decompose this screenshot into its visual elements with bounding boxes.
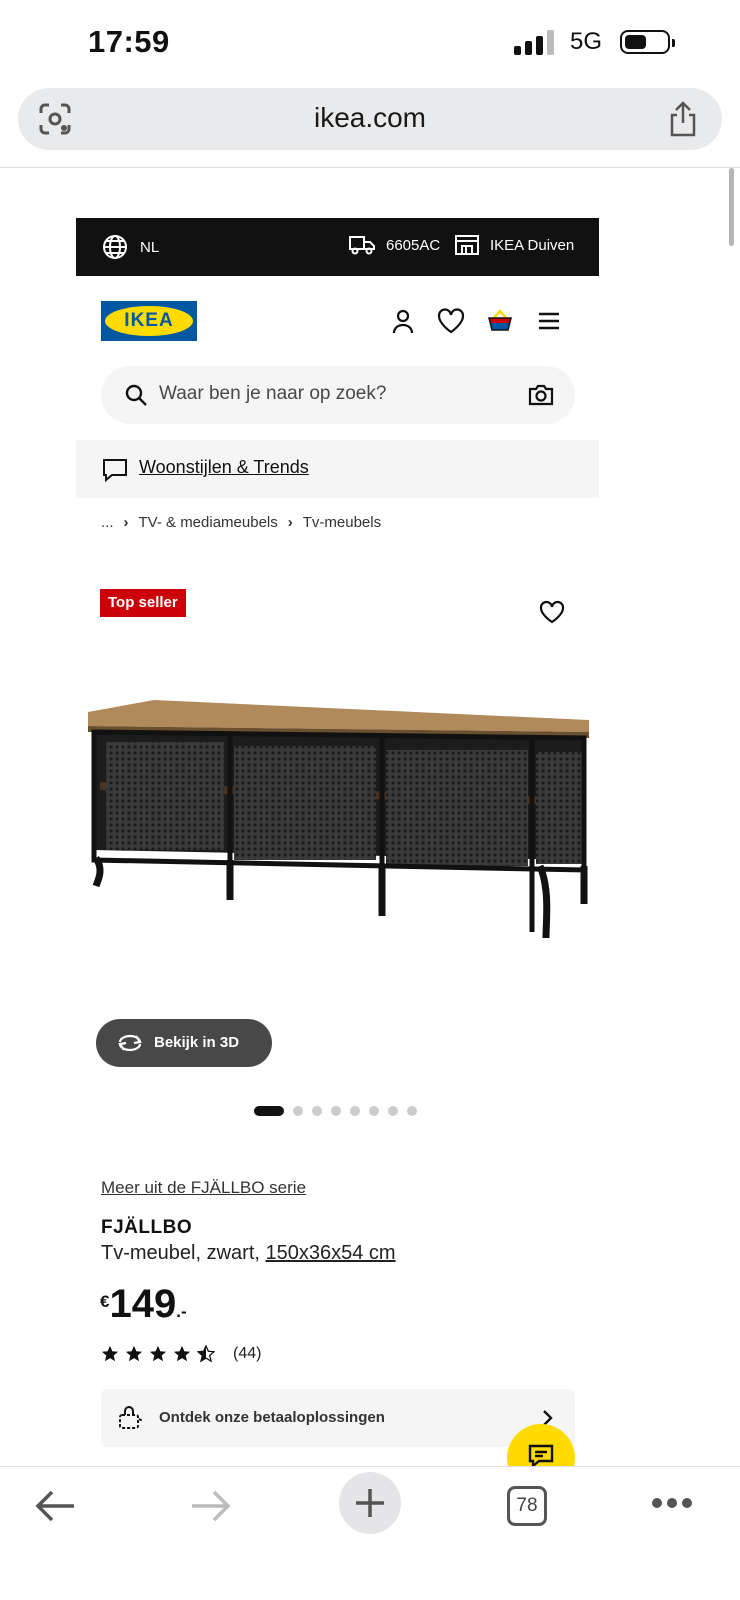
breadcrumb-ellipsis[interactable]: ...	[101, 514, 114, 531]
status-bar: 17:59 5G	[0, 0, 740, 86]
status-time: 17:59	[88, 24, 170, 59]
product-price: € 149 .-	[100, 1284, 187, 1324]
star-icon	[125, 1345, 143, 1362]
price-currency: €	[100, 1292, 110, 1311]
store-name: IKEA Duiven	[490, 236, 575, 254]
description-text: Tv-meubel, zwart,	[101, 1242, 266, 1264]
menu-icon[interactable]	[534, 306, 564, 336]
star-icon	[149, 1345, 167, 1362]
url-text[interactable]: ikea.com	[18, 102, 722, 134]
series-link[interactable]: Meer uit de FJÄLLBO serie	[101, 1178, 306, 1198]
camera-icon[interactable]	[527, 381, 555, 409]
favorite-heart-icon[interactable]	[539, 600, 565, 624]
review-count: (44)	[233, 1345, 262, 1362]
chevron-right-icon: ›	[287, 514, 293, 531]
search-bar[interactable]: Waar ben je naar op zoek?	[101, 366, 575, 424]
pagination-dot[interactable]	[331, 1106, 341, 1116]
price-amount: 149	[109, 1282, 177, 1326]
styles-banner[interactable]: Woonstijlen & Trends	[76, 440, 599, 498]
signal-icon	[513, 29, 554, 55]
store-icon	[455, 235, 479, 255]
half-star-icon	[197, 1345, 215, 1363]
new-tab-button[interactable]	[339, 1472, 401, 1534]
search-icon	[125, 384, 147, 406]
divider	[0, 167, 740, 168]
payment-options-banner[interactable]: Ontdek onze betaaloplossingen	[101, 1389, 575, 1447]
postal-code-selector[interactable]: 6605AC	[348, 234, 440, 256]
product-name: FJÄLLBO	[101, 1217, 193, 1238]
speech-bubble-icon	[103, 459, 127, 482]
image-pagination[interactable]	[254, 1106, 417, 1116]
logo-text: IKEA	[124, 310, 174, 331]
product-description: Tv-meubel, zwart, 150x36x54 cm	[101, 1242, 396, 1265]
truck-icon	[349, 236, 375, 255]
address-bar[interactable]: ikea.com	[18, 88, 722, 150]
status-indicators: 5G	[513, 28, 675, 56]
pagination-dot[interactable]	[254, 1106, 284, 1116]
user-icon[interactable]	[388, 306, 418, 336]
plus-icon	[356, 1489, 384, 1517]
price-suffix: .-	[176, 1302, 187, 1321]
store-selector[interactable]: IKEA Duiven	[454, 234, 574, 256]
pagination-dot[interactable]	[350, 1106, 360, 1116]
pagination-dot[interactable]	[369, 1106, 379, 1116]
more-options-icon[interactable]	[651, 1496, 693, 1510]
tab-count-button[interactable]: 78	[507, 1486, 547, 1526]
pagination-dot[interactable]	[312, 1106, 322, 1116]
search-input[interactable]: Waar ben je naar op zoek?	[159, 383, 386, 405]
pagination-dot[interactable]	[407, 1106, 417, 1116]
pagination-dot[interactable]	[388, 1106, 398, 1116]
language-label: NL	[140, 238, 160, 256]
heart-icon[interactable]	[436, 306, 466, 336]
chevron-right-icon: ›	[123, 514, 129, 531]
top-seller-badge: Top seller	[100, 589, 186, 617]
payment-options-label: Ontdek onze betaaloplossingen	[159, 1409, 385, 1426]
view-3d-button[interactable]: Bekijk in 3D	[96, 1019, 272, 1067]
dimensions-link[interactable]: 150x36x54 cm	[265, 1242, 395, 1264]
star-icon	[173, 1345, 191, 1362]
battery-icon	[620, 30, 675, 54]
back-arrow-icon[interactable]	[34, 1488, 76, 1524]
globe-icon	[103, 235, 127, 259]
ikea-logo[interactable]: IKEA	[101, 301, 197, 341]
product-image[interactable]	[84, 690, 594, 960]
styles-link[interactable]: Woonstijlen & Trends	[139, 457, 309, 478]
breadcrumb-item[interactable]: TV- & mediameubels	[139, 514, 278, 531]
view-3d-label: Bekijk in 3D	[154, 1034, 240, 1051]
share-icon[interactable]	[666, 100, 700, 138]
payment-icon	[119, 1406, 144, 1429]
forward-arrow-icon[interactable]	[190, 1488, 232, 1524]
language-selector[interactable]: NL	[102, 234, 159, 260]
rotate-3d-icon	[118, 1034, 142, 1052]
cart-icon[interactable]	[485, 306, 515, 336]
pagination-dot[interactable]	[293, 1106, 303, 1116]
star-icon	[101, 1345, 119, 1362]
rating[interactable]: (44)	[101, 1345, 261, 1363]
breadcrumb-item[interactable]: Tv-meubels	[303, 514, 381, 531]
locale-bar: NL 6605AC IKEA Duiven	[76, 218, 599, 276]
breadcrumb: ... › TV- & mediameubels › Tv-meubels	[101, 514, 381, 531]
postal-code: 6605AC	[386, 236, 441, 254]
scrollbar[interactable]	[729, 168, 734, 246]
network-type: 5G	[569, 28, 602, 55]
